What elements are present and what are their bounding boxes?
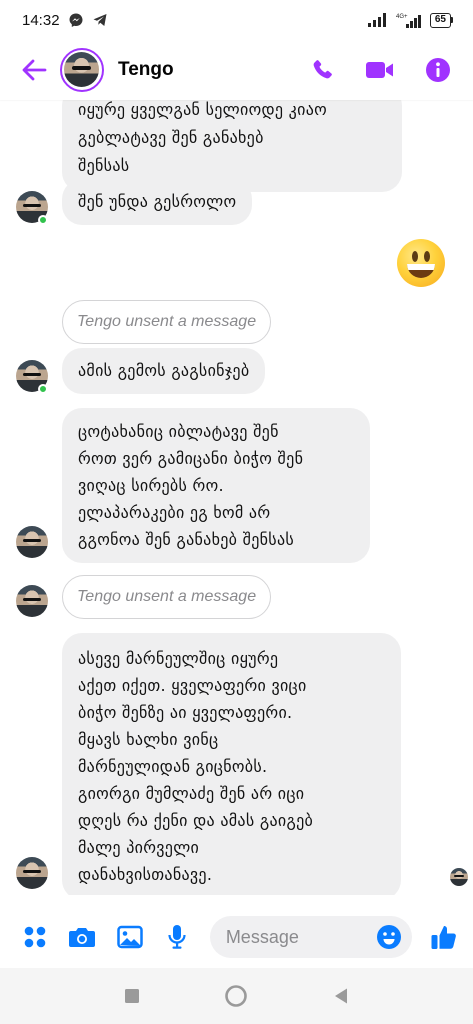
video-call-button[interactable] xyxy=(365,55,395,85)
status-bar: 14:32 4G+ 65 xyxy=(0,0,473,40)
sender-avatar[interactable] xyxy=(16,585,48,617)
sender-avatar[interactable] xyxy=(16,526,48,558)
sender-avatar[interactable] xyxy=(16,857,48,889)
four-dots-icon xyxy=(24,926,46,948)
battery-icon: 65 xyxy=(429,12,453,28)
camera-button[interactable] xyxy=(67,922,96,952)
seen-receipt-avatar xyxy=(450,868,468,886)
smiley-icon xyxy=(376,925,401,949)
online-status-dot xyxy=(38,384,48,394)
phone-icon xyxy=(313,60,332,79)
unsent-message-notice: Tengo unsent a message xyxy=(62,300,272,344)
grinning-face-emoji[interactable] xyxy=(397,239,445,287)
home-button[interactable] xyxy=(221,981,251,1011)
microphone-icon xyxy=(168,925,186,949)
svg-text:4G+: 4G+ xyxy=(396,14,408,20)
voice-record-button[interactable] xyxy=(162,922,191,952)
info-icon xyxy=(426,58,450,82)
square-icon xyxy=(125,989,140,1003)
emoji-picker-button[interactable] xyxy=(376,924,402,950)
telegram-notification-icon xyxy=(92,12,108,28)
system-navigation-bar xyxy=(0,968,473,1024)
back-arrow-icon xyxy=(22,59,47,81)
contact-name[interactable]: Tengo xyxy=(118,59,307,81)
message-composer: Message xyxy=(0,907,473,967)
signal-4g-icon: 4G+ xyxy=(396,12,424,28)
thumbs-up-icon xyxy=(431,926,457,949)
more-actions-button[interactable] xyxy=(20,922,49,952)
voice-call-button[interactable] xyxy=(307,55,337,85)
like-button[interactable] xyxy=(430,922,459,952)
conversation-info-button[interactable] xyxy=(423,55,453,85)
recent-apps-button[interactable] xyxy=(117,981,147,1011)
video-camera-icon xyxy=(366,62,393,78)
online-status-dot xyxy=(38,215,48,225)
messenger-notification-icon xyxy=(68,12,84,28)
signal-icon xyxy=(367,13,390,27)
message-bubble[interactable]: შენ უნდა გესროლო xyxy=(62,179,253,225)
message-input[interactable]: Message xyxy=(209,916,412,958)
back-nav-button[interactable] xyxy=(326,981,356,1011)
camera-icon xyxy=(69,928,96,947)
avatar-image xyxy=(64,52,99,87)
message-list[interactable]: იყურე ყველგან სელიოდე კიაო გებლატავე შენ… xyxy=(0,100,473,895)
image-icon xyxy=(116,925,143,949)
message-input-placeholder: Message xyxy=(225,926,299,947)
unsent-message-notice: Tengo unsent a message xyxy=(62,575,272,619)
message-bubble[interactable]: ასევე მარნეულშიც იყურე აქეთ იქეთ. ყველაფ… xyxy=(62,633,401,895)
contact-avatar[interactable] xyxy=(60,48,104,92)
message-bubble[interactable]: ამის გემოს გაგსინჯებ xyxy=(62,348,266,394)
chat-header: Tengo xyxy=(0,40,473,100)
battery-level: 65 xyxy=(429,12,451,28)
triangle-back-icon xyxy=(334,988,347,1004)
status-time: 14:32 xyxy=(22,11,60,29)
gallery-button[interactable] xyxy=(115,922,144,952)
message-bubble[interactable]: ცოტახანიც იბლატავე შენ როთ ვერ გამიცანი … xyxy=(62,408,370,563)
back-button[interactable] xyxy=(16,52,52,88)
circle-icon xyxy=(225,985,248,1007)
